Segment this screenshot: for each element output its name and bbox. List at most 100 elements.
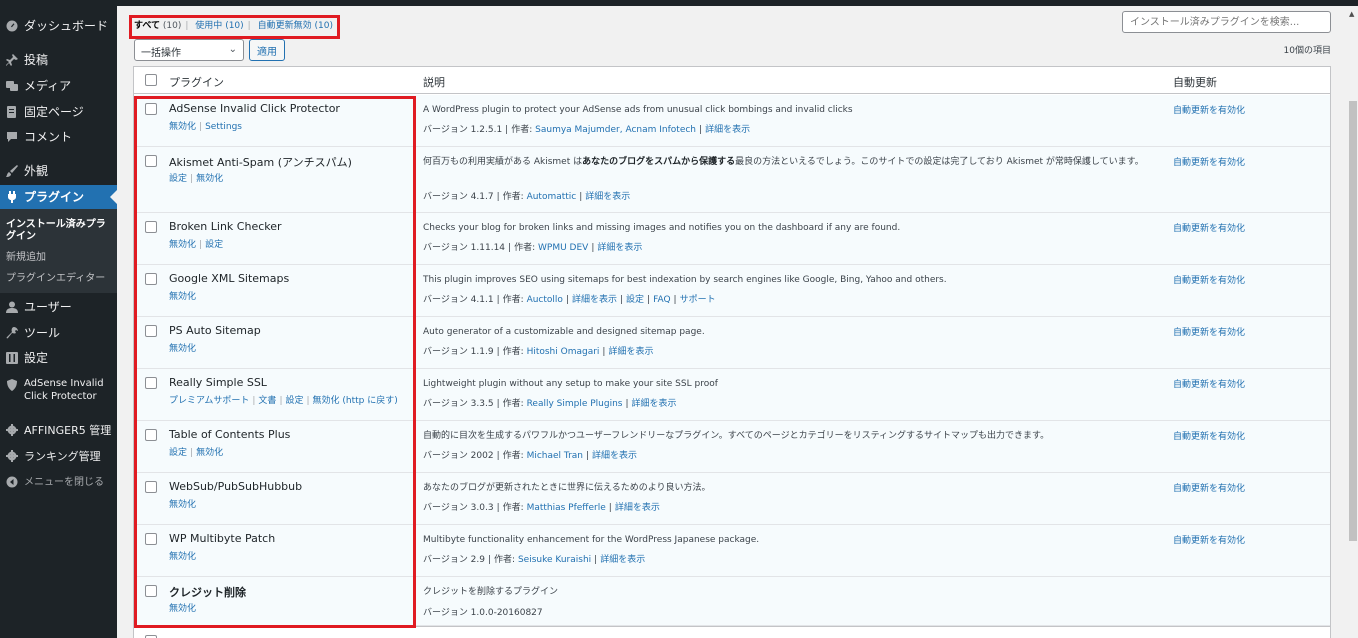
faq-link[interactable]: FAQ <box>653 295 670 305</box>
plugins-submenu: インストール済みプラグイン 新規追加 プラグインエディター <box>0 209 117 293</box>
action-link[interactable]: 設定 <box>169 448 187 458</box>
enable-auto-update-link[interactable]: 自動更新を有効化 <box>1173 103 1245 116</box>
action-link[interactable]: 設定 <box>169 174 187 184</box>
collapse-menu-button[interactable]: メニューを閉じる <box>0 470 117 494</box>
table-row: WebSub/PubSubHubbub 無効化 あなたのブログが更新されたときに… <box>134 473 1330 525</box>
table-row: WP Multibyte Patch 無効化 Multibyte functio… <box>134 525 1330 577</box>
author-link[interactable]: Automattic <box>527 192 577 202</box>
sidebar-item-label: ユーザー <box>24 299 72 314</box>
action-link[interactable]: 無効化 (http に戻す) <box>313 396 398 406</box>
enable-auto-update-link[interactable]: 自動更新を有効化 <box>1173 481 1245 494</box>
sidebar-item-label: ダッシュボード <box>24 18 109 33</box>
action-link[interactable]: プレミアムサポート <box>169 396 249 406</box>
author-link[interactable]: Hitoshi Omagari <box>527 347 600 357</box>
table-row: クレジット削除 無効化 クレジットを削除するプラグイン バージョン 1.0.0-… <box>134 577 1330 626</box>
details-link[interactable]: 詳細を表示 <box>615 503 660 513</box>
plugin-actions: 設定 | 無効化 <box>169 448 224 458</box>
sidebar-item-affinger5[interactable]: AFFINGER5 管理 <box>0 418 117 442</box>
details-link[interactable]: 詳細を表示 <box>572 295 617 305</box>
scrollbar-thumb[interactable] <box>1349 101 1357 541</box>
plugin-actions: 設定 | 無効化 <box>169 174 224 184</box>
plugin-search-input[interactable] <box>1122 11 1331 33</box>
row-checkbox[interactable] <box>145 155 157 167</box>
enable-auto-update-link[interactable]: 自動更新を有効化 <box>1173 155 1245 168</box>
bulk-action-select[interactable]: 一括操作 ⌄ <box>134 39 244 61</box>
page-icon <box>6 106 18 118</box>
author-link[interactable]: Saumya Majumder, Acnam Infotech <box>535 125 696 135</box>
scroll-up-arrow-icon[interactable]: ▲ <box>1349 10 1354 18</box>
author-link[interactable]: Really Simple Plugins <box>527 399 623 409</box>
select-all-checkbox[interactable] <box>145 74 157 86</box>
author-link[interactable]: Matthias Pfefferle <box>527 503 606 513</box>
action-link[interactable]: Settings <box>205 122 242 132</box>
author-link[interactable]: Seisuke Kuraishi <box>518 555 591 565</box>
row-checkbox[interactable] <box>145 429 157 441</box>
plugin-description: A WordPress plugin to protect your AdSen… <box>423 105 853 115</box>
settings-link[interactable]: 設定 <box>626 295 644 305</box>
action-link[interactable]: 設定 <box>205 240 223 250</box>
sidebar-item-appearance[interactable]: 外観 <box>0 159 117 183</box>
row-checkbox[interactable] <box>145 481 157 493</box>
details-link[interactable]: 詳細を表示 <box>608 347 653 357</box>
row-checkbox[interactable] <box>145 377 157 389</box>
enable-auto-update-link[interactable]: 自動更新を有効化 <box>1173 325 1245 338</box>
action-link[interactable]: 無効化 <box>169 344 196 354</box>
dashboard-icon <box>6 20 18 32</box>
sidebar-item-ranking[interactable]: ランキング管理 <box>0 444 117 468</box>
row-checkbox[interactable] <box>145 325 157 337</box>
enable-auto-update-link[interactable]: 自動更新を有効化 <box>1173 429 1245 442</box>
row-checkbox[interactable] <box>145 585 157 597</box>
submenu-plugin-editor[interactable]: プラグインエディター <box>6 273 114 285</box>
action-link[interactable]: 設定 <box>285 396 303 406</box>
action-link[interactable]: 無効化 <box>169 500 196 510</box>
submenu-add-new[interactable]: 新規追加 <box>6 252 114 264</box>
action-link[interactable]: 無効化 <box>169 292 196 302</box>
action-link[interactable]: 無効化 <box>196 174 223 184</box>
enable-auto-update-link[interactable]: 自動更新を有効化 <box>1173 221 1245 234</box>
row-checkbox[interactable] <box>145 273 157 285</box>
details-link[interactable]: 詳細を表示 <box>597 243 642 253</box>
author-link[interactable]: Auctollo <box>527 295 563 305</box>
action-link[interactable]: 無効化 <box>169 122 196 132</box>
sidebar-item-posts[interactable]: 投稿 <box>0 48 117 72</box>
row-checkbox[interactable] <box>145 103 157 115</box>
sidebar-item-pages[interactable]: 固定ページ <box>0 100 117 124</box>
row-checkbox[interactable] <box>145 221 157 233</box>
plugin-meta: バージョン 1.0.0-20160827 <box>423 608 543 618</box>
details-link[interactable]: 詳細を表示 <box>585 192 630 202</box>
sidebar-item-settings[interactable]: 設定 <box>0 346 117 370</box>
action-link[interactable]: 無効化 <box>196 448 223 458</box>
apply-button[interactable]: 適用 <box>249 39 285 61</box>
enable-auto-update-link[interactable]: 自動更新を有効化 <box>1173 273 1245 286</box>
sidebar-item-comments[interactable]: コメント <box>0 125 117 149</box>
sidebar-item-tools[interactable]: ツール <box>0 321 117 345</box>
support-link[interactable]: サポート <box>680 295 716 305</box>
author-link[interactable]: Michael Tran <box>527 451 583 461</box>
sidebar-item-plugins[interactable]: プラグイン <box>0 185 117 209</box>
plugin-meta: バージョン 4.1.1 | 作者: Auctollo | 詳細を表示 | 設定 | FAQ | サポ… <box>423 295 716 305</box>
action-link[interactable]: 無効化 <box>169 604 196 614</box>
sidebar-item-dashboard[interactable]: ダッシュボード <box>0 14 117 38</box>
admin-sidebar: ダッシュボード 投稿 メディア 固定ページ コメント 外観 プラグイン インスト… <box>0 0 117 638</box>
submenu-installed-plugins[interactable]: インストール済みプラグイン <box>6 219 114 243</box>
enable-auto-update-link[interactable]: 自動更新を有効化 <box>1173 377 1245 390</box>
details-link[interactable]: 詳細を表示 <box>705 125 750 135</box>
sidebar-item-media[interactable]: メディア <box>0 74 117 98</box>
details-link[interactable]: 詳細を表示 <box>592 451 637 461</box>
sidebar-item-adsense-protector[interactable]: AdSense Invalid Click Protector <box>0 377 117 411</box>
sidebar-item-label: 外観 <box>24 163 49 178</box>
details-link[interactable]: 詳細を表示 <box>632 399 677 409</box>
plugin-name: Google XML Sitemaps <box>169 272 290 285</box>
details-link[interactable]: 詳細を表示 <box>600 555 645 565</box>
plugin-meta: バージョン 3.3.5 | 作者: Really Simple Plugins | 詳細… <box>423 399 677 409</box>
action-link[interactable]: 無効化 <box>169 240 196 250</box>
enable-auto-update-link[interactable]: 自動更新を有効化 <box>1173 533 1245 546</box>
action-link[interactable]: 文書 <box>258 396 276 406</box>
sidebar-item-label: 固定ページ <box>24 104 84 119</box>
page-scrollbar[interactable]: ▲ <box>1348 6 1358 638</box>
action-link[interactable]: 無効化 <box>169 552 196 562</box>
row-checkbox[interactable] <box>145 533 157 545</box>
plugin-name: AdSense Invalid Click Protector <box>169 102 340 115</box>
author-link[interactable]: WPMU DEV <box>538 243 588 253</box>
sidebar-item-users[interactable]: ユーザー <box>0 295 117 319</box>
